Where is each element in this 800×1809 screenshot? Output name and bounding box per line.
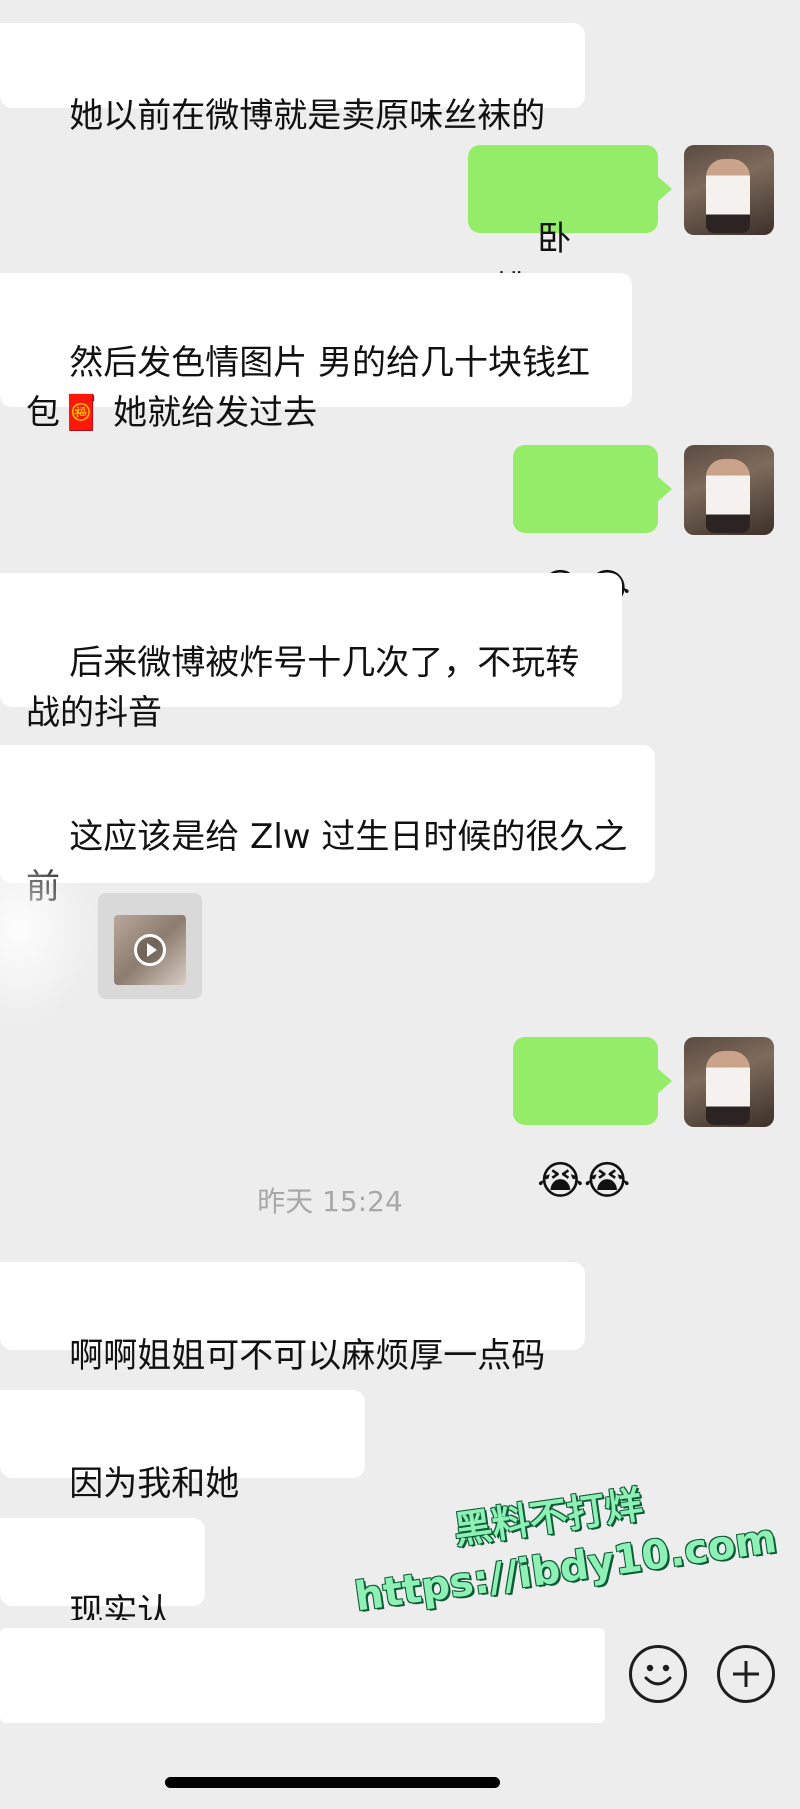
plus-icon[interactable] [717,1645,775,1703]
message-text: 啊啊姐姐可不可以麻烦厚一点码 [69,1336,546,1376]
message-text: 她以前在微博就是卖原味丝袜的 [69,96,546,136]
home-indicator[interactable] [165,1777,500,1788]
avatar[interactable] [684,445,774,535]
message-bubble[interactable]: 😂😂 [513,445,672,612]
avatar[interactable] [684,1037,774,1127]
message-bubble[interactable]: 😭😭 [513,1037,672,1204]
smudge-overlay [0,835,95,1025]
chat-area: 她以前在微博就是卖原味丝袜的 卧槽…… 然后发色情图片 男的给几十块钱红包🧧 她… [0,0,800,1682]
smiley-face-icon[interactable] [629,1645,687,1703]
message-text: 后来微博被炸号十几次了，不玩转战的抖音 [26,643,580,733]
message-bubble[interactable]: 然后发色情图片 男的给几十块钱红包🧧 她就给发过去 [0,273,632,433]
input-bar [0,1620,800,1809]
message-text: 然后发色情图片 男的给几十块钱红包🧧 她就给发过去 [26,343,591,433]
message-bubble[interactable]: 卧槽…… [468,145,672,309]
message-input[interactable] [0,1628,605,1723]
video-message[interactable] [98,893,202,999]
avatar[interactable] [684,145,774,235]
video-thumbnail [114,915,186,985]
message-bubble[interactable]: 她以前在微博就是卖原味丝袜的 [0,23,585,136]
play-icon [134,934,166,966]
message-bubble[interactable]: 后来微博被炸号十几次了，不玩转战的抖音 [0,573,622,733]
message-bubble[interactable]: 这应该是给 Zlw 过生日时候的很久之前 [0,745,655,907]
message-bubble[interactable]: 因为我和她 Emmm [0,1390,365,1554]
message-bubble[interactable]: 啊啊姐姐可不可以麻烦厚一点码 [0,1262,585,1376]
message-bubble[interactable]: 现实认识 [0,1518,205,1682]
timestamp: 昨天 15:24 [257,1185,403,1218]
